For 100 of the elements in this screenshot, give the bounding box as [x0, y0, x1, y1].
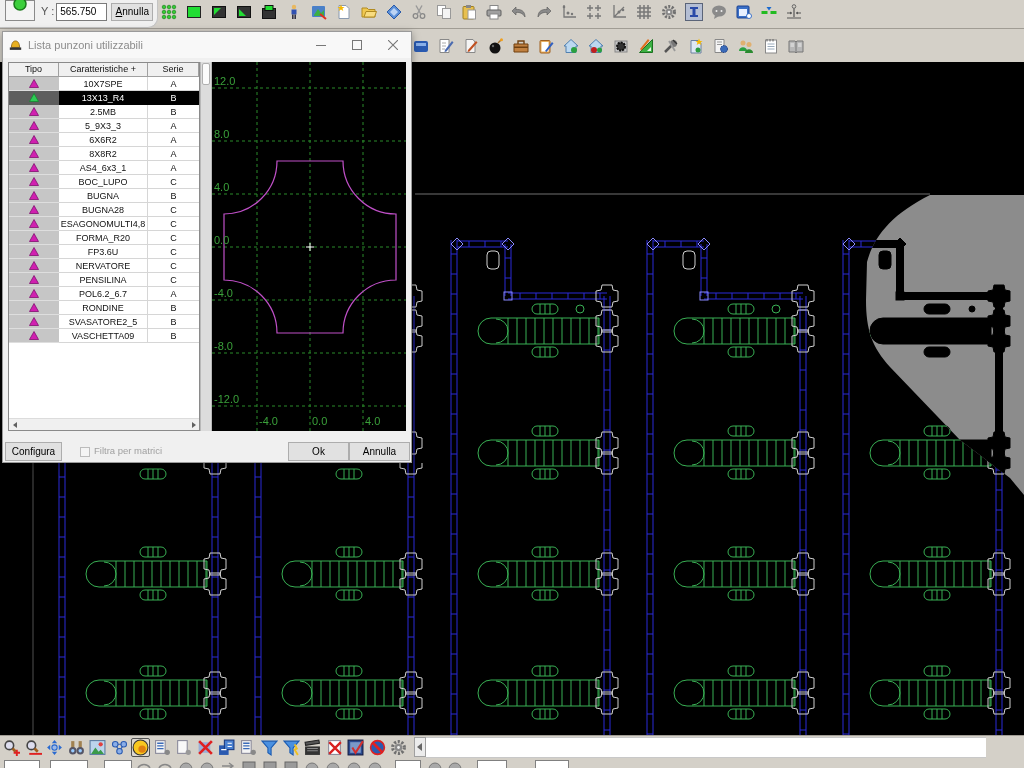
speech-bubble-icon[interactable]	[710, 3, 728, 21]
arrow-icon[interactable]	[220, 760, 236, 768]
circle-icon[interactable]	[131, 737, 150, 757]
coordinate-field[interactable]: 565.750	[56, 3, 108, 21]
clapperboard-icon[interactable]	[303, 737, 322, 757]
crosses-icon[interactable]	[585, 3, 603, 21]
document-pencil-icon[interactable]	[437, 36, 455, 55]
axis-label: -4.0	[259, 415, 278, 427]
input-field[interactable]	[4, 760, 40, 768]
document-gear-icon[interactable]	[712, 36, 730, 55]
list-document-icon[interactable]	[238, 737, 258, 757]
cut-icon[interactable]	[410, 3, 428, 21]
zoom-in-icon[interactable]	[2, 737, 21, 757]
table-row[interactable]: 6X6R2 A	[9, 133, 199, 147]
picture-icon[interactable]	[88, 737, 107, 757]
minimize-icon	[316, 44, 326, 46]
corner-square-icon[interactable]	[210, 3, 228, 21]
input-field[interactable]	[50, 760, 88, 768]
input-field[interactable]	[477, 760, 507, 768]
no-entry-icon[interactable]	[367, 737, 387, 757]
zoom-out-icon[interactable]	[23, 737, 43, 757]
axis-label: -12.0	[214, 393, 240, 405]
left-arrow-icon	[417, 743, 423, 751]
table-row[interactable]: 13X13_R4 B	[9, 91, 199, 105]
window-title: Lista punzoni utilizzabili	[28, 37, 143, 53]
field-label: Y :	[41, 5, 55, 17]
ok-button[interactable]: Ok	[288, 442, 349, 461]
table-row[interactable]: 10X7SPE A	[9, 77, 199, 91]
table-cell: B	[148, 329, 199, 343]
axis-label: 8.0	[214, 128, 230, 140]
configure-button[interactable]: Configura	[5, 442, 62, 461]
table-row[interactable]: BOC_LUPO C	[9, 175, 199, 189]
scroll-left-button[interactable]	[414, 737, 426, 757]
table-row[interactable]: VASCHETTA09 B	[9, 329, 199, 343]
table-row[interactable]: BUGNA B	[9, 189, 199, 203]
table-row[interactable]: AS4_6x3_1 A	[9, 161, 199, 175]
bomb-icon[interactable]	[487, 36, 505, 55]
column-header[interactable]: Serie	[148, 63, 199, 77]
table-row[interactable]: ESAGONOMULTI4,8 C	[9, 217, 199, 231]
cancel-button[interactable]: Annulla	[349, 442, 410, 461]
axes-points-icon[interactable]	[560, 3, 578, 21]
house-icon[interactable]	[562, 36, 580, 55]
map-icon[interactable]	[310, 3, 328, 21]
axes-diagonal-icon[interactable]	[610, 3, 628, 21]
bell-icon	[9, 39, 22, 51]
table-row[interactable]: FORMA_R20 C	[9, 231, 199, 245]
square-icon[interactable]	[185, 3, 203, 21]
right-arrow-icon	[191, 421, 196, 428]
document-pencil-icon[interactable]	[462, 36, 480, 55]
table-row[interactable]: FP3.6U C	[9, 245, 199, 259]
move-icon[interactable]	[45, 737, 64, 757]
axis-label: -4.0	[214, 287, 233, 299]
list-document-icon[interactable]	[152, 737, 172, 757]
filter-icon[interactable]	[260, 737, 279, 757]
crosshair-marker	[305, 242, 315, 252]
axis-label: -8.0	[214, 340, 233, 352]
table-row[interactable]: BUGNA28 C	[9, 203, 199, 217]
table-row[interactable]: 2.5MB B	[9, 105, 199, 119]
table-row[interactable]: POL6.2_6.7 A	[9, 287, 199, 301]
table-cell: VASCHETTA09	[59, 329, 148, 343]
house-icon[interactable]	[587, 36, 605, 55]
windows-icon[interactable]	[217, 737, 236, 757]
filter-lightning-icon[interactable]	[281, 737, 301, 757]
axis-label: 12.0	[214, 75, 236, 87]
scrollbar-thumb[interactable]	[202, 63, 210, 85]
diamond-icon[interactable]	[385, 3, 403, 21]
paste-icon[interactable]	[460, 3, 478, 21]
new-document-icon[interactable]	[335, 3, 353, 21]
column-header[interactable]: Tipo	[9, 63, 59, 77]
cancel-button[interactable]: Annulla	[111, 3, 154, 21]
horizontal-scrollbar[interactable]	[9, 418, 199, 430]
corner-square-icon[interactable]	[235, 3, 253, 21]
maximize-icon	[352, 40, 362, 50]
input-field[interactable]	[395, 760, 421, 768]
notepad-icon[interactable]	[762, 36, 780, 55]
left-arrow-icon	[12, 421, 17, 428]
column-header[interactable]: Caratteristiche +	[59, 63, 148, 77]
axis-label: 4.0	[365, 415, 381, 427]
split-arrows-icon[interactable]	[785, 3, 803, 21]
beam-icon[interactable]	[685, 3, 703, 21]
table-row[interactable]: NERVATORE C	[9, 259, 199, 273]
vertical-scrollbar[interactable]	[200, 62, 212, 431]
table-row[interactable]: RONDINE B	[9, 301, 199, 315]
axis-label: 4.0	[214, 181, 230, 193]
input-field[interactable]	[104, 760, 132, 768]
document-icon[interactable]	[174, 737, 193, 757]
window-check-icon[interactable]	[346, 737, 365, 757]
copy-icon[interactable]	[435, 3, 453, 21]
grid-icon[interactable]	[635, 3, 653, 21]
axis-label: 0.0	[312, 415, 328, 427]
input-field[interactable]	[535, 760, 569, 768]
dot-grid-icon[interactable]	[160, 3, 178, 21]
checkbox-label: Filtra per matrici	[94, 444, 163, 459]
print-icon[interactable]	[485, 3, 503, 21]
tab-square-icon[interactable]	[260, 3, 278, 21]
table-row[interactable]: 8X8R2 A	[9, 147, 199, 161]
table-row[interactable]: PENSILINA C	[9, 273, 199, 287]
window-icon[interactable]	[735, 3, 753, 21]
table-row[interactable]: SVASATORE2_5 B	[9, 315, 199, 329]
table-row[interactable]: 5_9X3_3 A	[9, 119, 199, 133]
